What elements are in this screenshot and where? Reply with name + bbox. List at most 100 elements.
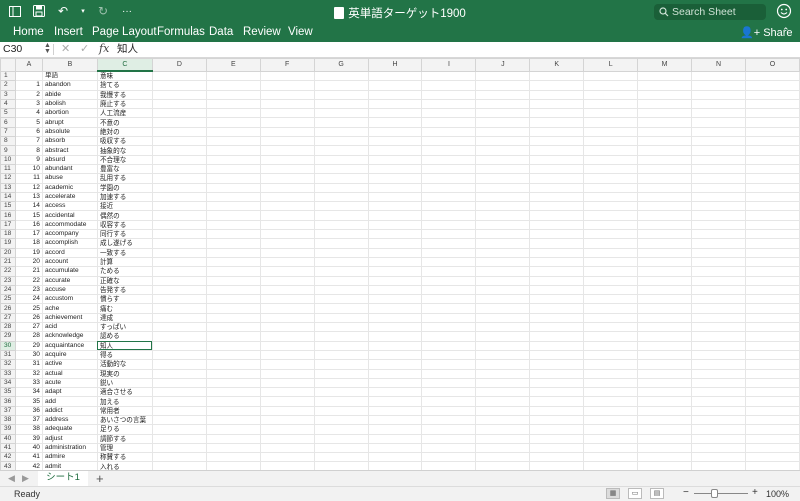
cell-f18[interactable]	[259, 229, 315, 240]
column-header-j[interactable]: J	[475, 58, 531, 72]
column-header-l[interactable]: L	[583, 58, 639, 72]
cell-n17[interactable]	[691, 219, 746, 231]
tab-page-layout[interactable]: Page Layout	[92, 26, 157, 38]
cell-l25[interactable]	[583, 294, 639, 305]
cell-a7[interactable]: 6	[14, 126, 43, 138]
cell-d15[interactable]	[151, 201, 207, 212]
cell-g35[interactable]	[313, 387, 369, 398]
cell-f17[interactable]	[259, 219, 315, 231]
cell-b30[interactable]: acquaintance	[41, 340, 98, 351]
row-header[interactable]: 24	[0, 284, 16, 296]
cell-o3[interactable]	[744, 89, 800, 100]
row-header[interactable]: 25	[0, 294, 16, 305]
cell-a35[interactable]: 34	[14, 387, 43, 398]
cell-f24[interactable]	[259, 284, 315, 296]
cell-l14[interactable]	[583, 191, 639, 203]
cell-c37[interactable]: 常用者	[96, 405, 153, 417]
row-header[interactable]: 6	[0, 117, 16, 128]
cell-e14[interactable]	[205, 191, 261, 203]
cell-n30[interactable]	[691, 340, 746, 351]
cell-m28[interactable]	[637, 321, 693, 333]
cell-m30[interactable]	[637, 340, 693, 351]
cell-a18[interactable]: 17	[14, 229, 43, 240]
sheet-table[interactable]: ABCDEFGHIJKLMNO 1 単語 意味 2 1 abandon 捨てる 3 2 abide…	[0, 58, 800, 470]
cell-h35[interactable]	[367, 387, 423, 398]
cell-o37[interactable]	[744, 405, 800, 417]
cell-g14[interactable]	[313, 191, 369, 203]
cell-f5[interactable]	[259, 108, 315, 119]
cell-b33[interactable]: actual	[41, 368, 98, 379]
cell-f34[interactable]	[259, 377, 315, 389]
cell-b12[interactable]: abuse	[41, 173, 98, 184]
cell-j17[interactable]	[475, 219, 531, 231]
cell-j29[interactable]	[475, 331, 531, 342]
row-header[interactable]: 37	[0, 405, 16, 417]
page-layout-view-icon[interactable]: ▭	[628, 488, 642, 499]
cell-e18[interactable]	[205, 229, 261, 240]
cell-b4[interactable]: abolish	[41, 98, 98, 110]
row-header[interactable]: 19	[0, 238, 16, 249]
cell-f13[interactable]	[259, 182, 315, 193]
column-header-b[interactable]: B	[41, 58, 98, 72]
cell-k40[interactable]	[529, 433, 585, 444]
cell-n24[interactable]	[691, 284, 746, 296]
cell-o8[interactable]	[744, 136, 800, 147]
cell-d9[interactable]	[151, 145, 207, 156]
cell-m36[interactable]	[637, 396, 693, 407]
cell-b21[interactable]: account	[41, 256, 98, 268]
cell-a3[interactable]: 2	[14, 89, 43, 100]
cell-n6[interactable]	[691, 117, 746, 128]
cell-h16[interactable]	[367, 210, 423, 221]
cell-d11[interactable]	[151, 163, 207, 175]
cell-m7[interactable]	[637, 126, 693, 138]
cell-f12[interactable]	[259, 173, 315, 184]
column-header-h[interactable]: H	[367, 58, 423, 72]
cell-i19[interactable]	[421, 238, 477, 249]
cell-e35[interactable]	[205, 387, 261, 398]
cell-k32[interactable]	[529, 359, 585, 370]
cell-b29[interactable]: acknowledge	[41, 331, 98, 342]
cell-i29[interactable]	[421, 331, 477, 342]
cell-n4[interactable]	[691, 98, 746, 110]
cell-b3[interactable]: abide	[41, 89, 98, 100]
cell-g8[interactable]	[313, 136, 369, 147]
cell-b24[interactable]: accuse	[41, 284, 98, 296]
cell-f14[interactable]	[259, 191, 315, 203]
row-header[interactable]: 1	[0, 70, 16, 82]
cell-l38[interactable]	[583, 414, 639, 426]
cell-n21[interactable]	[691, 256, 746, 268]
cell-f26[interactable]	[259, 303, 315, 314]
cell-g24[interactable]	[313, 284, 369, 296]
cell-c8[interactable]: 吸収する	[96, 136, 153, 147]
cell-b32[interactable]: active	[41, 359, 98, 370]
cell-d12[interactable]	[151, 173, 207, 184]
cell-b35[interactable]: adapt	[41, 387, 98, 398]
cell-d26[interactable]	[151, 303, 207, 314]
cell-j36[interactable]	[475, 396, 531, 407]
cell-a31[interactable]: 30	[14, 349, 43, 361]
cell-l15[interactable]	[583, 201, 639, 212]
cell-f6[interactable]	[259, 117, 315, 128]
cell-n31[interactable]	[691, 349, 746, 361]
tab-home[interactable]: Home	[13, 26, 44, 38]
row-header[interactable]: 17	[0, 219, 16, 231]
insert-function-icon[interactable]: fx	[99, 42, 109, 55]
cell-b2[interactable]: abandon	[41, 80, 98, 91]
zoom-slider-track[interactable]	[694, 493, 748, 494]
cell-o12[interactable]	[744, 173, 800, 184]
cell-c13[interactable]: 学園の	[96, 182, 153, 193]
cell-h38[interactable]	[367, 414, 423, 426]
cell-c26[interactable]: 痛む	[96, 303, 153, 314]
cell-n11[interactable]	[691, 163, 746, 175]
normal-view-icon[interactable]: ▦	[606, 488, 620, 499]
select-all-corner[interactable]	[0, 58, 16, 72]
cell-o22[interactable]	[744, 266, 800, 277]
cell-m11[interactable]	[637, 163, 693, 175]
cell-k11[interactable]	[529, 163, 585, 175]
cell-a29[interactable]: 28	[14, 331, 43, 342]
cell-l22[interactable]	[583, 266, 639, 277]
cancel-edit-icon[interactable]: ✕	[61, 43, 70, 56]
cell-k27[interactable]	[529, 312, 585, 324]
cell-h15[interactable]	[367, 201, 423, 212]
cell-g26[interactable]	[313, 303, 369, 314]
